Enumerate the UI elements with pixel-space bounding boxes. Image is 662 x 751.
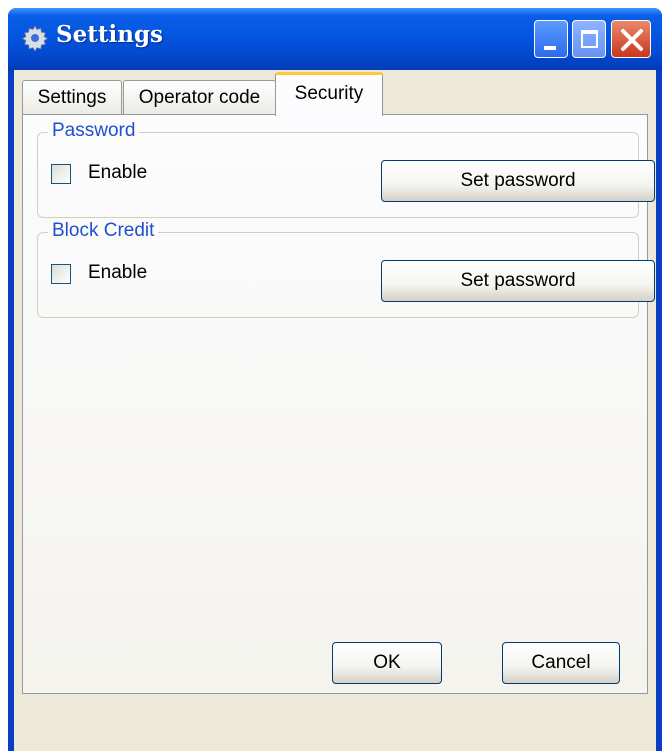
- ok-button[interactable]: OK: [332, 642, 442, 684]
- maximize-button[interactable]: [572, 20, 606, 58]
- cancel-button[interactable]: Cancel: [502, 642, 620, 684]
- window-title: Settings: [56, 21, 163, 48]
- tab-settings[interactable]: Settings: [22, 80, 122, 114]
- password-group-legend: Password: [48, 120, 140, 142]
- gear-icon: [22, 25, 48, 51]
- minimize-button[interactable]: [534, 20, 568, 58]
- block-credit-enable-checkbox[interactable]: [51, 264, 71, 284]
- block-credit-enable-label[interactable]: Enable: [88, 262, 147, 284]
- minimize-icon: [544, 46, 556, 50]
- block-credit-group-legend: Block Credit: [48, 220, 159, 242]
- password-set-password-button[interactable]: Set password: [381, 160, 655, 202]
- settings-window: Settings Settings Operator code Security…: [8, 8, 662, 751]
- close-icon: [621, 29, 643, 51]
- maximize-icon: [581, 30, 598, 48]
- tab-operator-code[interactable]: Operator code: [123, 80, 276, 114]
- close-button[interactable]: [611, 20, 651, 58]
- tab-security[interactable]: Security: [275, 72, 383, 116]
- password-enable-checkbox[interactable]: [51, 164, 71, 184]
- block-credit-set-password-button[interactable]: Set password: [381, 260, 655, 302]
- title-bar[interactable]: Settings: [8, 8, 662, 70]
- password-group: Password Enable Set password: [37, 120, 655, 218]
- block-credit-group: Block Credit Enable Set password: [37, 220, 655, 318]
- password-enable-label[interactable]: Enable: [88, 162, 147, 184]
